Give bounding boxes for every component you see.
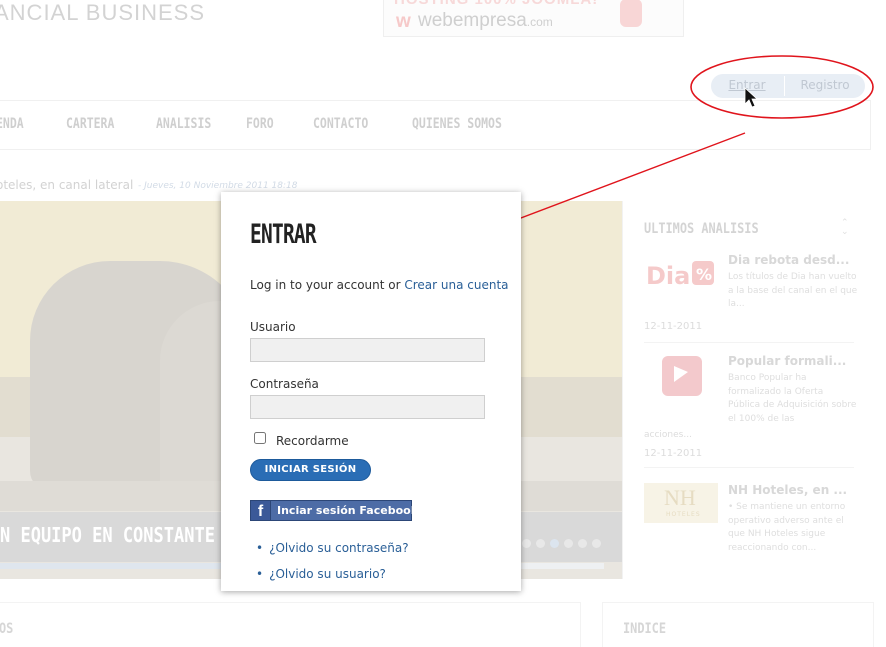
forgot-password-text[interactable]: ¿Olvido su contraseña? <box>269 541 409 555</box>
slider-dot[interactable] <box>578 539 587 548</box>
article-headline[interactable]: NH Hoteles, en ... <box>728 483 847 497</box>
nh-hoteles-logo-icon: NH HOTELES <box>644 483 718 523</box>
article-excerpt-overflow: acciones... <box>644 430 692 440</box>
forgot-username-text[interactable]: ¿Olvido su usuario? <box>269 567 386 581</box>
password-input[interactable] <box>250 395 485 419</box>
bullet-icon: • <box>256 567 264 581</box>
bottom-left-panel: OS <box>0 602 581 647</box>
login-link-button[interactable]: Entrar <box>711 74 783 98</box>
login-modal: ENTRAR Log in to your account or Crear u… <box>221 192 521 591</box>
ad-logo-text: webempresa.com <box>418 10 553 32</box>
news-ticker-text[interactable]: oteles, en canal lateral <box>0 178 133 192</box>
sidebar-article[interactable]: Popular formali... Banco Popular ha form… <box>644 354 856 459</box>
slider-dots <box>522 533 606 552</box>
news-ticker-date: - Jueves, 10 Noviembre 2011 18:18 <box>138 181 298 191</box>
facebook-icon: f <box>251 501 271 520</box>
indice-title: INDICE <box>623 621 666 637</box>
sidebar-scroll-arrows[interactable]: ⌃ ⌄ <box>841 219 849 237</box>
article-headline[interactable]: Popular formali... <box>728 354 846 368</box>
slider-dot[interactable] <box>522 539 531 548</box>
sidebar-article[interactable]: Dia % Dia rebota desd... Los títulos de … <box>644 253 857 353</box>
remember-me-label[interactable]: Recordarme <box>276 434 349 448</box>
create-account-link[interactable]: Crear una cuenta <box>404 278 508 292</box>
username-label: Usuario <box>250 320 296 334</box>
login-submit-button[interactable]: INICIAR SESIÓN <box>250 459 371 481</box>
bullet-icon: • <box>256 541 264 555</box>
slider-dot[interactable] <box>592 539 601 548</box>
article-excerpt: • Se mantiene un entorno operativo adver… <box>728 502 846 553</box>
nh-logo-mark: NH <box>664 485 696 510</box>
sidebar-article[interactable]: NH HOTELES NH Hoteles, en ... • Se manti… <box>644 483 854 583</box>
login-intro: Log in to your account or Crear una cuen… <box>250 278 509 292</box>
ad-headline: HOSTING 100% JOOMLA! <box>394 0 598 8</box>
latest-analysis-sidebar: ULTIMOS ANALISIS ⌃ ⌄ Dia % Dia rebota de… <box>622 201 873 579</box>
main-navigation: ENDA CARTERA ANALISIS FORO CONTACTO QUIE… <box>0 100 871 150</box>
dia-logo-icon: Dia % <box>644 253 718 293</box>
chevron-down-icon[interactable]: ⌄ <box>841 228 849 237</box>
forgot-username-link[interactable]: • ¿Olvido su usuario? <box>256 567 386 581</box>
bottom-left-title: OS <box>0 621 14 637</box>
article-headline[interactable]: Dia rebota desd... <box>728 253 849 267</box>
article-excerpt: Banco Popular ha formalizado la Oferta P… <box>728 373 857 424</box>
webempresa-logo-icon: w <box>396 11 411 32</box>
webempresa-ad-banner[interactable]: HOSTING 100% JOOMLA! w webempresa.com <box>383 0 684 37</box>
register-link-button[interactable]: Registro <box>785 74 865 98</box>
slider-dot[interactable] <box>536 539 545 548</box>
sidebar-divider <box>644 342 854 343</box>
slider-dot[interactable] <box>550 539 559 548</box>
bottom-right-panel: INDICE <box>602 602 874 647</box>
nh-logo-sub: HOTELES <box>666 511 701 518</box>
sidebar-divider <box>644 467 854 468</box>
site-brand-title[interactable]: ANCIAL BUSINESS <box>0 0 205 26</box>
nav-item-foro[interactable]: FORO <box>246 116 274 132</box>
article-excerpt: Los títulos de Dia han vuelto a la base … <box>728 272 858 309</box>
svg-text:Dia: Dia <box>646 262 690 290</box>
password-label: Contraseña <box>250 377 319 391</box>
facebook-login-label: Inciar sesión Facebook <box>277 504 419 517</box>
nav-item-analisis[interactable]: ANALISIS <box>156 116 211 132</box>
auth-buttons: Entrar Registro <box>711 74 865 98</box>
nav-item-cartera[interactable]: CARTERA <box>66 116 114 132</box>
ad-mascot-icon <box>620 0 642 27</box>
nav-item-contacto[interactable]: CONTACTO <box>313 116 368 132</box>
nav-item-agenda[interactable]: ENDA <box>0 116 24 132</box>
ad-logo-suffix: .com <box>526 15 553 29</box>
banco-popular-logo-icon <box>644 354 718 396</box>
facebook-login-button[interactable]: f Inciar sesión Facebook <box>250 500 418 521</box>
sidebar-title: ULTIMOS ANALISIS <box>644 221 759 237</box>
forgot-password-link[interactable]: • ¿Olvido su contraseña? <box>256 541 409 555</box>
modal-title: ENTRAR <box>250 219 317 250</box>
remember-me-checkbox[interactable] <box>254 432 266 444</box>
login-intro-text: Log in to your account or <box>250 278 405 292</box>
article-date: 12-11-2011 <box>644 321 703 332</box>
ad-logo-name: webempresa <box>418 10 527 31</box>
svg-text:%: % <box>696 265 712 284</box>
nav-item-quienes-somos[interactable]: QUIENES SOMOS <box>412 116 502 132</box>
article-date: 12-11-2011 <box>644 448 703 459</box>
slider-dot[interactable] <box>564 539 573 548</box>
username-input[interactable] <box>250 338 485 362</box>
